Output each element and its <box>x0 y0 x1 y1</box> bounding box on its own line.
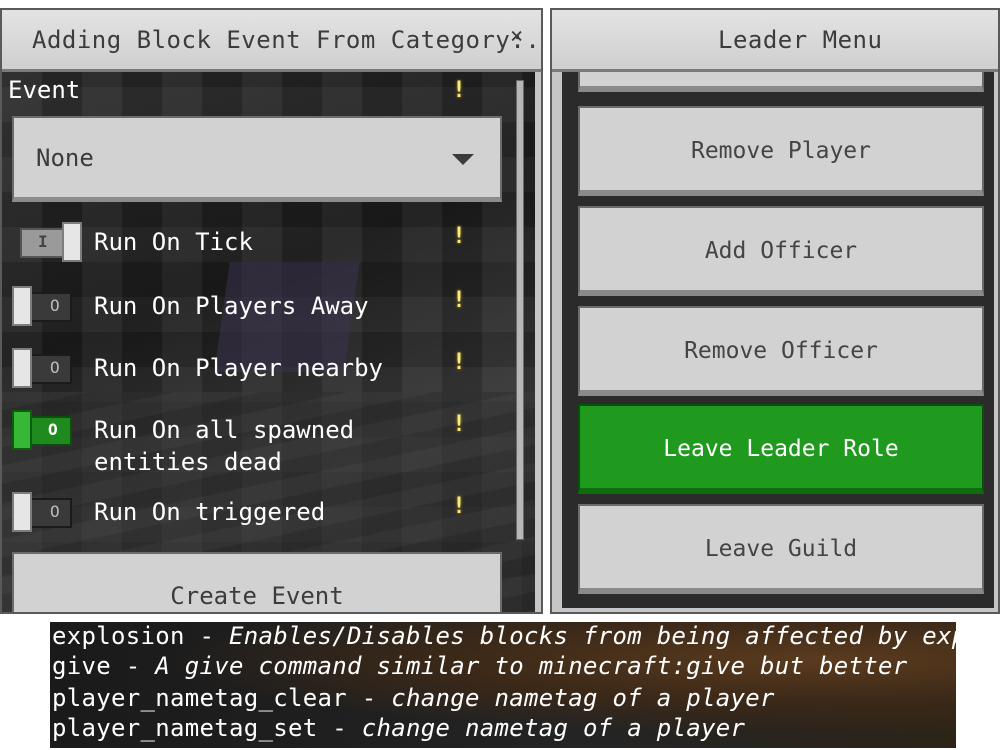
separator: - <box>111 652 156 680</box>
remove-player-button[interactable]: Remove Player <box>578 106 984 196</box>
toggle-label: Run On Player nearby <box>94 354 383 382</box>
command-description: change nametag of a player <box>391 684 775 712</box>
dialog-body: Event ! None I Run On Tick ! O Run On Pl… <box>2 72 535 612</box>
toggle-run-on-players-away[interactable]: O <box>12 286 74 326</box>
toggle-label: Run On triggered <box>94 498 326 526</box>
command-description: A give command similar to minecraft:give… <box>155 652 908 680</box>
toggle-mark: O <box>50 358 60 377</box>
button-label: Leave Leader Role <box>663 436 899 462</box>
button-label: Remove Player <box>690 138 871 164</box>
leader-menu-dialog: Leader Menu × Remove Player Add Officer … <box>550 8 1000 614</box>
separator: - <box>317 714 362 742</box>
toggle-mark: I <box>38 232 48 251</box>
create-event-label: Create Event <box>170 582 344 610</box>
toggle-knob <box>12 492 32 532</box>
command-help-line: player_nametag_clear - change nametag of… <box>52 684 775 712</box>
toggle-mark: O <box>48 420 58 439</box>
toggle-knob <box>12 286 32 326</box>
toggle-mark: O <box>50 296 60 315</box>
info-icon[interactable]: ! <box>451 78 467 104</box>
scrollbar[interactable] <box>516 80 524 540</box>
add-block-event-dialog: Adding Block Event From Category:... × E… <box>0 8 543 614</box>
dropdown-selected-value: None <box>36 144 94 172</box>
button-label: Remove Officer <box>684 338 878 364</box>
dialog-title: Leader Menu <box>718 26 883 54</box>
chat-command-help: explosion - Enables/Disables blocks from… <box>50 622 956 748</box>
dialog-header: Adding Block Event From Category:... × <box>2 10 541 72</box>
toggle-knob <box>12 348 32 388</box>
command-description: change nametag of a player <box>361 714 746 742</box>
separator: - <box>184 622 229 650</box>
info-icon[interactable]: ! <box>451 350 467 376</box>
button-label: Add Officer <box>704 238 858 264</box>
button-label: Leave Guild <box>704 536 858 562</box>
leader-menu-list: Remove Player Add Officer Remove Officer… <box>562 72 994 608</box>
info-icon[interactable]: ! <box>451 494 467 520</box>
toggle-run-on-player-nearby[interactable]: O <box>12 348 74 388</box>
toggle-run-on-tick[interactable]: I <box>12 222 82 262</box>
info-icon[interactable]: ! <box>451 412 467 438</box>
command-description: Enables/Disables blocks from being affec… <box>229 622 956 650</box>
toggle-knob <box>12 410 32 450</box>
toggle-label: Run On Players Away <box>94 292 369 320</box>
add-officer-button[interactable]: Add Officer <box>578 206 984 296</box>
toggle-run-on-all-spawned-dead[interactable]: O <box>12 410 74 450</box>
leave-guild-button[interactable]: Leave Guild <box>578 504 984 594</box>
command-name: explosion <box>52 622 185 650</box>
command-help-line: player_nametag_set - change nametag of a… <box>52 714 745 742</box>
chevron-down-icon <box>452 154 474 165</box>
command-help-line: explosion - Enables/Disables blocks from… <box>52 622 956 650</box>
event-dropdown[interactable]: None <box>12 116 502 202</box>
dialog-header: Leader Menu × <box>552 10 998 72</box>
toggle-mark: O <box>50 502 60 521</box>
dialog-title: Adding Block Event From Category:... <box>32 26 543 54</box>
separator: - <box>346 684 392 712</box>
close-icon[interactable]: × <box>510 24 523 49</box>
toggle-label: Run On Tick <box>94 228 253 256</box>
menu-button-partial[interactable] <box>578 72 984 92</box>
command-name: player_nametag_clear <box>52 684 347 712</box>
command-name: player_nametag_set <box>52 714 318 742</box>
toggle-label: Run On all spawned <box>94 416 355 444</box>
toggle-run-on-triggered[interactable]: O <box>12 492 74 532</box>
info-icon[interactable]: ! <box>451 224 467 250</box>
toggle-knob <box>62 222 82 262</box>
leave-leader-role-button[interactable]: Leave Leader Role <box>578 404 984 494</box>
command-help-line: give - A give command similar to minecra… <box>52 652 907 680</box>
remove-officer-button[interactable]: Remove Officer <box>578 306 984 396</box>
info-icon[interactable]: ! <box>451 288 467 314</box>
command-name: give <box>52 652 111 680</box>
create-event-button[interactable]: Create Event <box>12 552 502 612</box>
toggle-label-line2: entities dead <box>94 448 282 476</box>
event-label: Event <box>8 76 81 104</box>
